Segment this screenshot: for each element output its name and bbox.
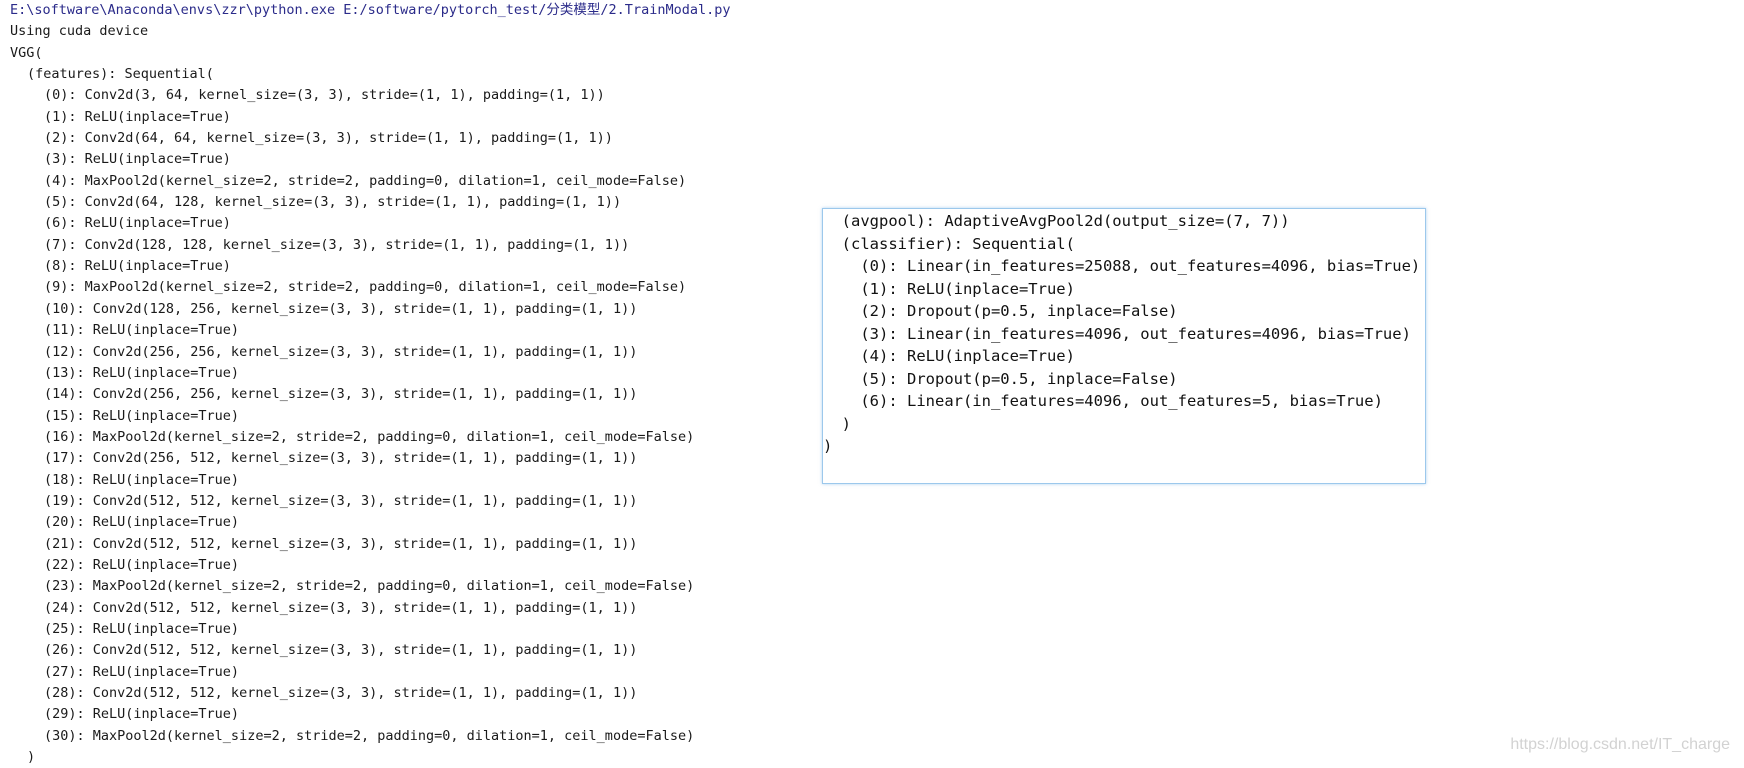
layer-line: (20): ReLU(inplace=True) [44,514,240,531]
layer-line: (16): MaxPool2d(kernel_size=2, stride=2,… [44,428,695,445]
watermark-text: https://blog.csdn.net/IT_charge [1510,736,1730,753]
layer-line: (14): Conv2d(256, 256, kernel_size=(3, 3… [44,386,638,403]
model-open-line: VGG( [10,44,43,61]
layer-line: (8): ReLU(inplace=True) [44,258,231,275]
layer-line: (6): ReLU(inplace=True) [44,215,231,232]
device-line: Using cuda device [10,23,149,40]
layer-line: (21): Conv2d(512, 512, kernel_size=(3, 3… [44,535,638,552]
layer-line: (22): ReLU(inplace=True) [44,556,240,573]
layer-line: (10): Conv2d(128, 256, kernel_size=(3, 3… [44,300,638,317]
popup-line: ) [823,437,833,455]
layer-line: (3): ReLU(inplace=True) [44,151,231,168]
popup-line: (avgpool): AdaptiveAvgPool2d(output_size… [823,212,1290,230]
layer-line: (7): Conv2d(128, 128, kernel_size=(3, 3)… [44,236,630,253]
run-command-line: E:\software\Anaconda\envs\zzr\python.exe… [10,2,731,18]
layer-line: (9): MaxPool2d(kernel_size=2, stride=2, … [44,279,687,296]
layer-line: (17): Conv2d(256, 512, kernel_size=(3, 3… [44,450,638,467]
layer-line: (4): MaxPool2d(kernel_size=2, stride=2, … [44,172,687,189]
features-header-line: (features): Sequential( [27,66,214,83]
classifier-output-popup: (avgpool): AdaptiveAvgPool2d(output_size… [822,208,1426,484]
popup-line: (1): ReLU(inplace=True) [823,279,1075,298]
layer-line: (23): MaxPool2d(kernel_size=2, stride=2,… [44,578,695,595]
layer-line: (30): MaxPool2d(kernel_size=2, stride=2,… [44,727,695,744]
console-output: E:\software\Anaconda\envs\zzr\python.exe… [10,0,790,768]
layer-line: (19): Conv2d(512, 512, kernel_size=(3, 3… [44,492,638,509]
layer-line: (26): Conv2d(512, 512, kernel_size=(3, 3… [44,642,638,659]
layer-line: (28): Conv2d(512, 512, kernel_size=(3, 3… [44,685,638,701]
layer-line: (2): Conv2d(64, 64, kernel_size=(3, 3), … [44,130,613,147]
popup-line: (5): Dropout(p=0.5, inplace=False) [823,369,1178,388]
popup-line: (classifier): Sequential( [823,234,1075,253]
layer-line: (25): ReLU(inplace=True) [44,620,240,637]
popup-line: (6): Linear(in_features=4096, out_featur… [823,392,1383,410]
layer-line: (27): ReLU(inplace=True) [44,663,240,680]
popup-line: ) [823,414,851,433]
popup-line: (0): Linear(in_features=25088, out_featu… [823,257,1421,275]
layer-line: (13): ReLU(inplace=True) [44,364,240,381]
popup-line: (4): ReLU(inplace=True) [823,347,1075,365]
layer-line: (24): Conv2d(512, 512, kernel_size=(3, 3… [44,599,638,616]
layer-line: (15): ReLU(inplace=True) [44,407,240,424]
layer-line: (1): ReLU(inplace=True) [44,108,231,125]
layer-line: (12): Conv2d(256, 256, kernel_size=(3, 3… [44,343,638,360]
features-layer-list: (0): Conv2d(3, 64, kernel_size=(3, 3), s… [10,85,790,747]
popup-line: (2): Dropout(p=0.5, inplace=False) [823,302,1178,320]
layer-line: (5): Conv2d(64, 128, kernel_size=(3, 3),… [44,194,622,211]
layer-line: (0): Conv2d(3, 64, kernel_size=(3, 3), s… [44,87,605,104]
popup-line: (3): Linear(in_features=4096, out_featur… [823,324,1411,343]
layer-line: (29): ReLU(inplace=True) [44,706,240,723]
layer-line: (11): ReLU(inplace=True) [44,322,240,339]
layer-line: (18): ReLU(inplace=True) [44,471,240,488]
